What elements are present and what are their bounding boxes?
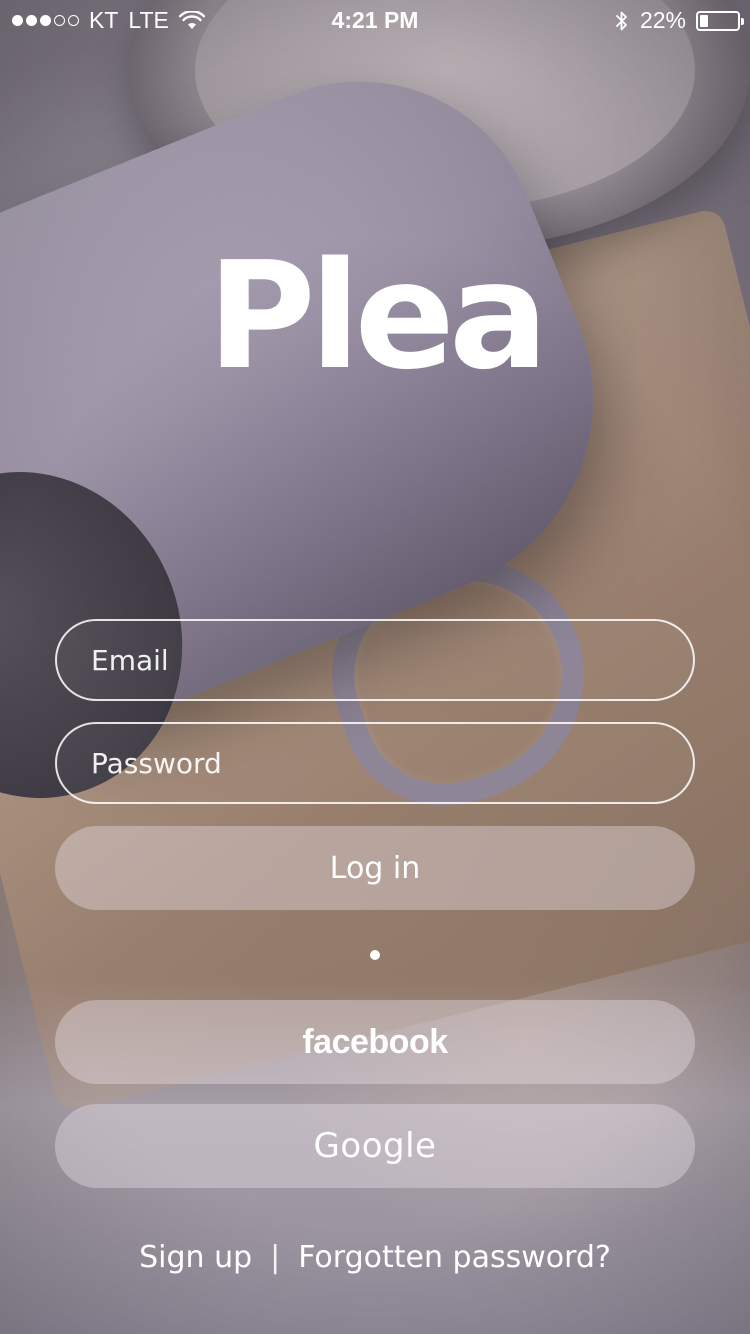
password-field[interactable] xyxy=(55,722,695,804)
footer-links: Sign up | Forgotten password? xyxy=(0,1240,750,1275)
password-input[interactable] xyxy=(57,724,693,802)
login-button-label: Log in xyxy=(329,850,421,886)
divider-dot xyxy=(370,950,380,960)
battery-percent: 22% xyxy=(639,7,686,33)
app-logo: Plea xyxy=(207,230,548,402)
email-input[interactable] xyxy=(57,621,693,699)
battery-nub xyxy=(741,17,744,25)
battery-level-fill xyxy=(700,14,708,27)
google-login-button[interactable]: Google xyxy=(55,1104,695,1188)
footer-separator: | xyxy=(270,1240,281,1275)
login-button[interactable]: Log in xyxy=(55,826,695,910)
battery-icon xyxy=(696,10,744,31)
google-logo-text: Google xyxy=(313,1126,437,1166)
signup-link[interactable]: Sign up xyxy=(139,1240,252,1275)
facebook-logo-text: facebook xyxy=(302,1022,448,1061)
status-bar: KT LTE 4:21 PM 22% xyxy=(0,0,750,40)
forgot-password-link[interactable]: Forgotten password? xyxy=(298,1240,611,1275)
status-bar-right: 22% xyxy=(614,7,744,34)
bluetooth-icon xyxy=(616,11,627,30)
facebook-login-button[interactable]: facebook xyxy=(55,1000,695,1084)
login-screen: KT LTE 4:21 PM 22% Plea Log xyxy=(0,0,750,1334)
email-field[interactable] xyxy=(55,619,695,701)
